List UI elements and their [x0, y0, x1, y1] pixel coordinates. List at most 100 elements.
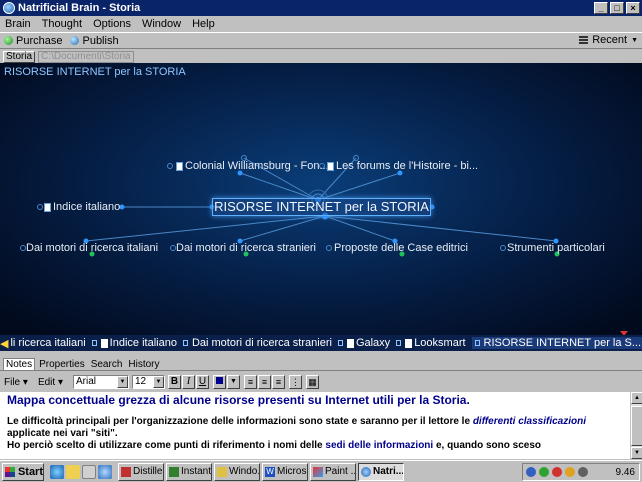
publish-button[interactable]: Publish [70, 34, 119, 47]
task-natrificial[interactable]: Natri... [358, 462, 404, 481]
location-bar: Storia C:\Documenti\Storia [0, 50, 642, 63]
maximize-button[interactable]: □ [610, 2, 624, 14]
network-icon[interactable] [526, 467, 536, 477]
publish-label: Publish [82, 34, 119, 47]
jump-thought-label: Colonial Williamsburg - Fon... [185, 160, 329, 172]
task-instant[interactable]: Instant... [166, 462, 212, 481]
format-toolbar: File ▾ Edit ▾ Arial ▼ 12 ▼ B I U ▼ ≡ ≡ ≡… [0, 373, 642, 391]
pin-looksmart[interactable]: Looksmart [396, 337, 466, 349]
windows-logo-icon [5, 466, 15, 477]
minimize-button[interactable]: _ [594, 2, 608, 14]
brain-path: C:\Documenti\Storia [38, 50, 134, 63]
italic-button[interactable]: I [181, 375, 195, 389]
menu-window[interactable]: Window [142, 18, 181, 30]
notes-text: applicate nei vari "siti". [7, 428, 118, 439]
bold-button[interactable]: B [167, 375, 181, 389]
folder-icon [217, 466, 227, 477]
edit-menu[interactable]: Edit ▾ [38, 377, 63, 388]
recent-dropdown[interactable]: Recent ▼ [579, 34, 638, 46]
document-icon [405, 338, 413, 348]
notes-link[interactable]: sedi delle informazioni [325, 440, 433, 451]
scheduler-icon[interactable] [578, 467, 588, 477]
align-left-icon[interactable]: ≡ [243, 375, 257, 389]
notes-text: e, quando sono sceso [433, 440, 542, 451]
tab-notes[interactable]: Notes [3, 358, 36, 370]
notes-paragraph: Le difficoltà principali per l'organizza… [7, 416, 623, 440]
underline-button[interactable]: U [195, 375, 209, 389]
menu-help[interactable]: Help [192, 18, 215, 30]
jump-thought-forums-histoire[interactable]: Les forums de l'Histoire - bi... [327, 160, 478, 172]
tab-search[interactable]: Search [89, 359, 125, 370]
brain-app-icon [361, 466, 371, 477]
align-right-icon[interactable]: ≡ [271, 375, 285, 389]
pin-label: Dai motori di ricerca stranieri [191, 337, 332, 349]
font-size-value: 12 [134, 376, 147, 387]
channels-icon[interactable] [98, 464, 112, 479]
window-title: Natrificial Brain - Storia [18, 2, 141, 14]
notes-text: Ho perciò scelto di utilizzare come punt… [7, 440, 326, 451]
bullet-list-icon[interactable]: ⋮ [288, 375, 302, 389]
document-icon [100, 338, 108, 348]
task-windows[interactable]: Windo... [214, 462, 260, 481]
show-desktop-icon[interactable] [82, 464, 96, 479]
pin-risorse-internet[interactable]: RISORSE INTERNET per la S... [471, 337, 642, 349]
internet-explorer-icon[interactable] [50, 464, 64, 479]
pin-ricerca-italiani[interactable]: li ricerca italiani [10, 337, 85, 349]
start-label: Start [17, 465, 43, 478]
font-size-select[interactable]: 12 ▼ [131, 375, 165, 389]
task-paint[interactable]: Paint ... [310, 462, 356, 481]
scroll-up-icon[interactable]: ▲ [631, 392, 642, 404]
file-menu[interactable]: File ▾ [4, 377, 28, 388]
child-thought-strumenti[interactable]: Strumenti particolari [507, 242, 605, 254]
start-button[interactable]: Start [2, 462, 44, 481]
task-distiller[interactable]: Distiller... [118, 462, 164, 481]
insert-table-icon[interactable]: ▦ [305, 375, 319, 389]
outlook-icon[interactable] [66, 464, 80, 479]
scroll-down-icon[interactable]: ▼ [631, 447, 642, 459]
font-select[interactable]: Arial ▼ [72, 375, 129, 389]
close-button[interactable]: × [626, 2, 640, 14]
menu-options[interactable]: Options [93, 18, 131, 30]
brain-app-icon[interactable] [3, 2, 15, 14]
menu-brain[interactable]: Brain [5, 18, 31, 30]
chevron-down-icon: ▼ [152, 376, 164, 388]
parent-thought-indice-italiano[interactable]: Indice italiano [44, 201, 120, 213]
edit-menu-label: Edit [37, 376, 56, 388]
purchase-button[interactable]: Purchase [4, 35, 62, 47]
jump-thought-colonial-williamsburg[interactable]: Colonial Williamsburg - Fon... [176, 160, 329, 172]
task-label: Distiller... [133, 466, 163, 477]
child-thought-case-editrici[interactable]: Proposte delle Case editrici [334, 242, 468, 254]
child-thought-motori-stranieri[interactable]: Dai motori di ricerca stranieri [176, 242, 316, 254]
volume-icon[interactable] [565, 467, 575, 477]
tab-history[interactable]: History [126, 359, 161, 370]
notes-paragraph: Ho perciò scelto di utilizzare come punt… [7, 440, 623, 452]
scroll-left-icon[interactable]: ◀ [0, 337, 8, 350]
menu-thought[interactable]: Thought [42, 18, 82, 30]
notes-heading: Mappa concettuale grezza di alcune risor… [7, 393, 470, 407]
task-label: Instant... [181, 466, 212, 477]
brain-tab[interactable]: Storia [3, 50, 36, 63]
pin-motori-stranieri[interactable]: Dai motori di ricerca stranieri [182, 337, 332, 349]
color-dropdown-button[interactable]: ▼ [226, 375, 240, 389]
pin-label: RISORSE INTERNET per la S... [483, 337, 642, 349]
task-microsoft[interactable]: WMicros... [262, 462, 308, 481]
tab-properties[interactable]: Properties [37, 359, 87, 370]
pin-label: Indice italiano [109, 337, 177, 349]
child-thought-motori-italiani[interactable]: Dai motori di ricerca italiani [26, 242, 158, 254]
notes-text: Le difficoltà principali per l'organizza… [7, 416, 473, 427]
pin-galaxy[interactable]: Galaxy [337, 337, 390, 349]
task-label: Windo... [229, 466, 260, 477]
color-button[interactable] [212, 375, 226, 389]
scroll-thumb[interactable] [631, 406, 642, 446]
central-thought[interactable]: RISORSE INTERNET per la STORIA [212, 198, 431, 216]
chevron-down-icon: ▼ [631, 36, 638, 44]
align-center-icon[interactable]: ≡ [257, 375, 271, 389]
notes-editor[interactable]: Mappa concettuale grezza di alcune risor… [0, 392, 630, 459]
system-tray: 9.46 [522, 463, 640, 481]
acrobat-tray-icon[interactable] [552, 467, 562, 477]
tray-app-icon[interactable] [539, 467, 549, 477]
pin-indice-italiano[interactable]: Indice italiano [91, 337, 177, 349]
acrobat-icon [121, 466, 131, 477]
plex-view[interactable]: RISORSE INTERNET per la STORIA Colonial … [0, 63, 642, 335]
notes-scrollbar[interactable]: ▲ ▼ [630, 392, 642, 459]
